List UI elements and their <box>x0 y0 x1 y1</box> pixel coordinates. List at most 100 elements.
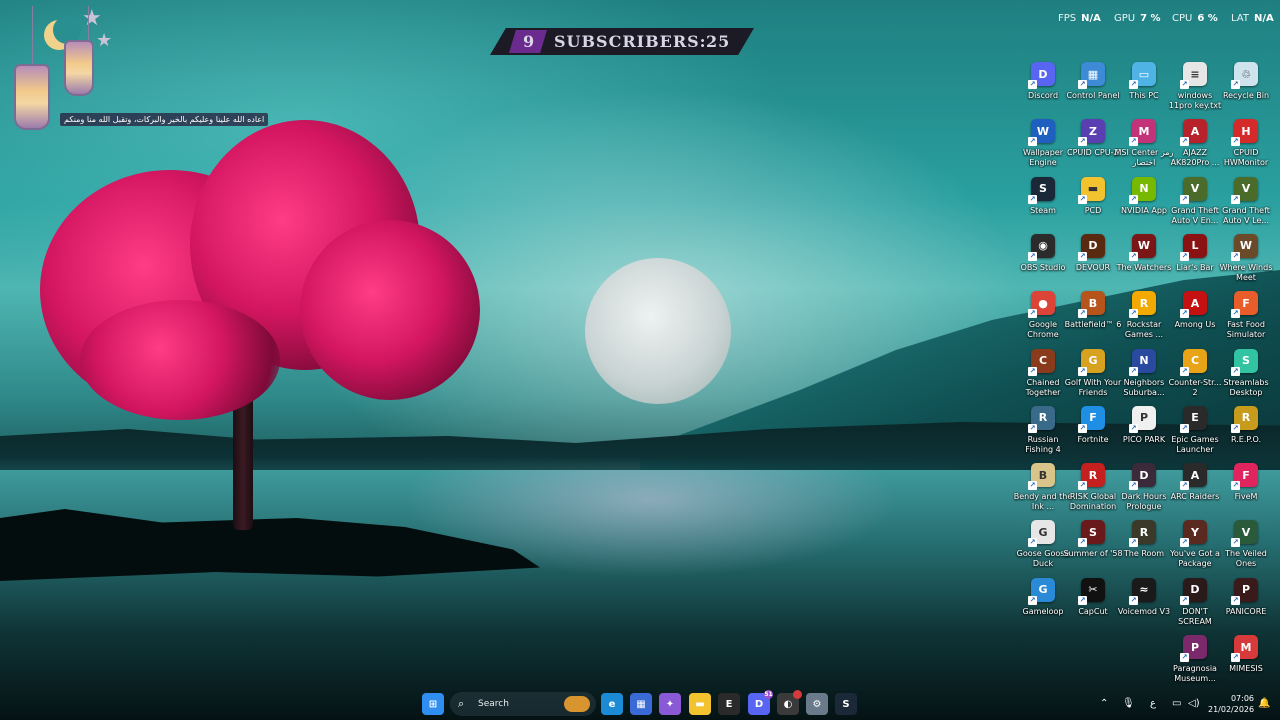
desktop-icon-control-panel[interactable]: ▦ ↗ Control Panel <box>1066 60 1120 116</box>
repo-icon: R ↗ <box>1231 405 1258 433</box>
desktop-icon-dark-hours[interactable]: D ↗ Dark Hours Prologue <box>1119 461 1169 517</box>
taskbar-discord[interactable]: D 51 <box>748 690 773 715</box>
desktop-icon-fortnite[interactable]: F ↗ Fortnite <box>1068 404 1118 460</box>
desktop-icon-youve-got-a-package[interactable]: Y ↗ You've Got a Package <box>1170 518 1220 574</box>
desktop-icon-wallpaper-engine[interactable]: W ↗ Wallpaper Engine <box>1018 117 1068 173</box>
taskbar-settings[interactable]: ⚙ <box>806 693 828 715</box>
desktop-icon-pico-park[interactable]: P ↗ PICO PARK <box>1119 404 1169 460</box>
taskbar-search-box[interactable]: ⌕ Search <box>450 692 596 716</box>
desktop-icon-chained-together[interactable]: C ↗ Chained Together <box>1018 347 1068 403</box>
desktop-icon-msi-center[interactable]: M ↗ MSI Center رمز اختصار <box>1115 117 1173 173</box>
desktop-icon-steam[interactable]: S ↗ Steam <box>1018 175 1068 231</box>
taskbar-file-explorer[interactable]: ▬ <box>689 693 711 715</box>
desktop-icon-label: Streamlabs Desktop <box>1223 377 1269 397</box>
desktop-icon-among-us[interactable]: A ↗ Among Us <box>1170 289 1220 345</box>
desktop-icon-epic-games[interactable]: E ↗ Epic Games Launcher <box>1170 404 1220 460</box>
desktop-icon-label: FiveM <box>1234 492 1258 502</box>
desktop-icon-rockstar[interactable]: R ↗ Rockstar Games ... <box>1119 289 1169 345</box>
shortcut-arrow-icon: ↗ <box>1180 423 1189 433</box>
shortcut-arrow-icon: ↗ <box>1231 309 1240 319</box>
desktop-icon-nvidia[interactable]: N ↗ NVIDIA App <box>1119 175 1169 231</box>
network-icon[interactable]: ▭ <box>1172 697 1181 711</box>
desktop-icon-gameloop[interactable]: G ↗ Gameloop <box>1018 576 1068 632</box>
volume-icon[interactable]: ◁) <box>1188 697 1200 711</box>
taskbar-copilot[interactable]: ✦ <box>659 693 681 715</box>
desktop-icon-repo[interactable]: R ↗ R.E.P.O. <box>1221 404 1271 460</box>
shortcut-arrow-icon: ↗ <box>1180 366 1189 376</box>
decoration-caption: اعاده الله علينا وعليكم بالخير والبركات،… <box>60 113 269 126</box>
shortcut-arrow-icon: ↗ <box>1028 194 1037 204</box>
desktop-icon-ajazz[interactable]: A ↗ AJAZZ AK820Pro ... <box>1170 117 1220 173</box>
desktop-icon-fast-food-simulator[interactable]: F ↗ Fast Food Simulator <box>1221 289 1271 345</box>
cpu-value: 6 % <box>1197 13 1218 24</box>
taskbar-steam[interactable]: S <box>835 693 857 715</box>
lat-readout: LAT N/A <box>1231 12 1274 26</box>
shortcut-arrow-icon: ↗ <box>1028 309 1037 319</box>
desktop-icon-bendy[interactable]: B ↗ Bendy and the Ink ... <box>1014 461 1072 517</box>
shortcut-arrow-icon: ↗ <box>1180 538 1189 548</box>
desktop-icon-counter-strike[interactable]: C ↗ Counter-Str... 2 <box>1169 347 1221 403</box>
desktop-icon-cpu-z[interactable]: Z ↗ CPUID CPU-Z <box>1067 117 1119 173</box>
desktop-icon-russian-fishing[interactable]: R ↗ Russian Fishing 4 <box>1018 404 1068 460</box>
fps-label: FPS <box>1058 13 1077 24</box>
shortcut-arrow-icon: ↗ <box>1231 80 1240 89</box>
clock-date: 21/02/2026 <box>1208 705 1255 714</box>
russian-fishing-icon: R ↗ <box>1028 405 1055 433</box>
shortcut-arrow-icon: ↗ <box>1078 309 1087 319</box>
desktop-icon-the-veiled-ones[interactable]: V ↗ The Veiled Ones <box>1221 518 1271 574</box>
desktop-icon-risk[interactable]: R ↗ RISK Global Domination <box>1068 461 1118 517</box>
desktop-icon-voicemod[interactable]: ≈ ↗ Voicemod V3 <box>1118 576 1170 632</box>
wallpaper-engine-icon: W ↗ <box>1028 119 1055 147</box>
desktop-icon-the-room[interactable]: R ↗ The Room <box>1119 518 1169 574</box>
pico-park-icon: P ↗ <box>1129 405 1156 433</box>
desktop-icon-battlefield[interactable]: B ↗ Battlefield™ 6 <box>1065 289 1121 345</box>
desktop-icon-fivem[interactable]: F ↗ FiveM <box>1221 461 1271 517</box>
desktop-icon-recycle-bin[interactable]: ♲ ↗ Recycle Bin <box>1221 60 1271 116</box>
shortcut-arrow-icon: ↗ <box>1028 423 1037 433</box>
desktop-icon-where-winds-meet[interactable]: W ↗ Where Winds Meet <box>1220 232 1272 288</box>
desktop-icon-gta-v-legacy[interactable]: V ↗ Grand Theft Auto V Le... <box>1221 175 1271 231</box>
desktop-icon-gta-v[interactable]: V ↗ Grand Theft Auto V En... <box>1170 175 1220 231</box>
input-language[interactable]: ع <box>1150 697 1156 711</box>
desktop-icon-summer-of-58[interactable]: S ↗ Summer of '58 <box>1063 518 1123 574</box>
desktop-icon-this-pc[interactable]: ▭ ↗ This PC <box>1119 60 1169 116</box>
wallpaper-tree-foliage <box>80 300 280 420</box>
desktop-icon-golf[interactable]: G ↗ Golf With Your Friends <box>1065 347 1121 403</box>
desktop-icon-mimesis[interactable]: M ↗ MIMESIS <box>1221 633 1271 689</box>
desktop-icon-dont-scream[interactable]: D ↗ DON'T SCREAM <box>1170 576 1220 632</box>
shortcut-arrow-icon: ↗ <box>1078 80 1087 89</box>
desktop-icon-arc-raiders[interactable]: A ↗ ARC Raiders <box>1170 461 1220 517</box>
desktop-icon-liars-bar[interactable]: L ↗ Liar's Bar <box>1170 232 1220 288</box>
desktop-icon-hwmonitor[interactable]: H ↗ CPUID HWMonitor <box>1221 117 1271 173</box>
desktop-icon-label: CPUID HWMonitor <box>1223 148 1269 168</box>
desktop-icon-panicore[interactable]: P ↗ PANICORE <box>1221 576 1271 632</box>
fps-readout: FPS N/A <box>1058 12 1101 26</box>
taskbar-edge[interactable]: e <box>601 693 623 715</box>
desktop-icon-devour[interactable]: D ↗ DEVOUR <box>1068 232 1118 288</box>
start-button[interactable]: ⊞ <box>422 693 444 715</box>
taskbar-epic-games[interactable]: E <box>718 693 740 715</box>
desktop-icon-goose-goose-duck[interactable]: G ↗ Goose Goose Duck <box>1017 518 1069 574</box>
chained-together-icon: C ↗ <box>1028 348 1055 376</box>
taskbar-store[interactable]: ▦ <box>630 693 652 715</box>
desktop-icon-label: Where Winds Meet <box>1219 262 1273 282</box>
desktop-icon-text-file[interactable]: ≡ ↗ windows 11pro key.txt <box>1169 60 1221 116</box>
the-room-icon: R ↗ <box>1129 520 1156 548</box>
desktop-icon-chrome[interactable]: ● ↗ Google Chrome <box>1018 289 1068 345</box>
shortcut-arrow-icon: ↗ <box>1078 194 1087 204</box>
shortcut-arrow-icon: ↗ <box>1078 137 1087 147</box>
microphone-icon[interactable]: 🎙 <box>1122 697 1135 711</box>
desktop-icon-neighbors[interactable]: N ↗ Neighbors Suburba... <box>1119 347 1169 403</box>
notifications-bell-icon[interactable]: 🔔 <box>1258 697 1270 711</box>
taskbar-app-badged[interactable]: ◐ <box>777 690 802 715</box>
desktop-icon-obs[interactable]: ◉ ↗ OBS Studio <box>1018 232 1068 288</box>
desktop-icon-capcut[interactable]: ✂ ↗ CapCut <box>1068 576 1118 632</box>
taskbar-clock[interactable]: 07:06 21/02/2026 <box>1208 693 1254 715</box>
show-hidden-icons-chevron-icon[interactable]: ⌃ <box>1100 697 1108 711</box>
golf-icon: G ↗ <box>1078 348 1105 376</box>
desktop-icon-streamlabs[interactable]: S ↗ Streamlabs Desktop <box>1221 347 1271 403</box>
desktop-icon-the-watchers[interactable]: W ↗ The Watchers <box>1117 232 1171 288</box>
desktop-icon-paragnosia[interactable]: P ↗ Paragnosia Museum... <box>1170 633 1220 689</box>
desktop-icon-discord[interactable]: D ↗ Discord <box>1018 60 1068 116</box>
desktop-icon-folder[interactable]: ▬ ↗ PCD <box>1068 175 1118 231</box>
